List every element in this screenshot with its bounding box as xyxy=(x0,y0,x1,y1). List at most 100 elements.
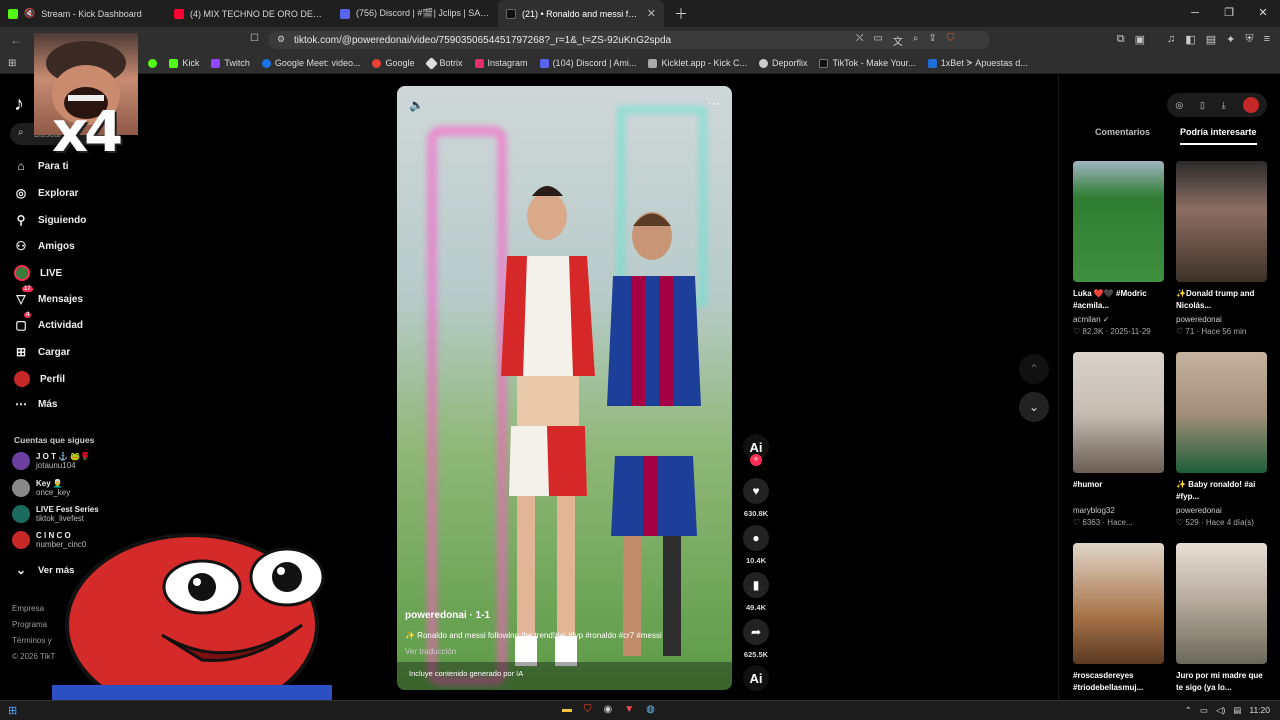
suggested-video-card[interactable]: #humor maryblog32 ♡ 6363 · Hace... xyxy=(1073,352,1164,527)
save-button[interactable]: ▮ 49.4K xyxy=(742,572,770,612)
footer-link[interactable]: Términos y xyxy=(12,633,55,649)
ime-icon[interactable]: ▤ xyxy=(1233,705,1241,716)
bookmark-star-icon[interactable]: ☐ xyxy=(250,33,259,44)
vpn-icon[interactable]: ⛨ xyxy=(1245,33,1253,46)
leo-icon[interactable]: ✦ xyxy=(1226,33,1235,46)
suggested-video-card[interactable]: Luka ❤️🖤 #Modric #acmila... acmilan ✓ ♡ … xyxy=(1073,161,1164,336)
file-explorer-icon[interactable]: ▬ xyxy=(562,704,572,715)
sidebar-toggle-icon[interactable]: ◧ xyxy=(1185,33,1195,46)
more-options-icon[interactable]: ⋯ xyxy=(707,96,720,112)
device-icon[interactable]: ▯ xyxy=(1200,100,1205,111)
bookmark-google[interactable]: Google xyxy=(372,58,415,68)
apps-grid-icon[interactable]: ⊞ xyxy=(8,58,16,69)
like-button[interactable]: ♥ 630.8K xyxy=(742,478,770,518)
wallet2-icon[interactable]: ▤ xyxy=(1206,33,1216,46)
minimize-icon[interactable]: ─ xyxy=(1178,0,1212,27)
suggested-video-card[interactable]: #roscasdereyes #triodebellasmuj... xyxy=(1073,543,1164,694)
followed-account[interactable]: Key 👨‍🦳 once_key xyxy=(12,479,70,497)
zoom-icon[interactable]: ⌕ xyxy=(913,33,919,48)
sidebar-item-cargar[interactable]: ⊞ Cargar xyxy=(14,345,70,359)
translate-page-icon[interactable]: 文 xyxy=(893,33,903,48)
sidebar-item-mensajes[interactable]: ▽ 17 Mensajes xyxy=(14,286,83,306)
author-avatar-button[interactable]: Ai + xyxy=(742,434,770,466)
compass-icon[interactable]: ◎ xyxy=(1175,100,1183,111)
suggested-video-card[interactable]: Juro por mi madre que te sigo (ya lo... xyxy=(1176,543,1267,694)
bookmark-discord[interactable]: (104) Discord | Ami... xyxy=(539,58,636,68)
bookmark-botrix[interactable]: Botrix xyxy=(424,56,463,70)
sidebar-item-mas[interactable]: ⋯ Más xyxy=(14,397,57,411)
tab-kick-dashboard[interactable]: 🔇 Stream - Kick Dashboard xyxy=(0,0,166,27)
suggested-video-card[interactable]: ✨ Baby ronaldo! #ai #fyp... poweredonai … xyxy=(1176,352,1267,527)
video-player[interactable]: 🔈 ⋯ poweredonai · 1-1 ✨ Ronaldo and mess… xyxy=(397,86,732,690)
sound-avatar-button[interactable]: Ai xyxy=(742,665,770,691)
footer-link[interactable]: Empresa xyxy=(12,601,55,617)
valorant-icon[interactable]: ▼ xyxy=(624,704,634,715)
new-tab-button[interactable]: ＋ xyxy=(664,4,698,24)
cast-icon[interactable]: ▭ xyxy=(873,33,882,48)
windows-start-icon[interactable]: ⊞ xyxy=(8,704,17,717)
sidebar-item-perfil[interactable]: Perfil xyxy=(14,371,65,387)
bookmark-google-meet[interactable]: Google Meet: video... xyxy=(261,58,360,68)
bookmark-tiktok[interactable]: TikTok - Make Your... xyxy=(819,58,916,68)
sidebar-item-actividad[interactable]: ▢ 4 Actividad xyxy=(14,312,83,332)
upload-icon: ⊞ xyxy=(15,345,27,359)
back-icon[interactable]: ← xyxy=(10,33,22,47)
bookmark-twitch[interactable]: Twitch xyxy=(211,58,250,68)
site-settings-icon[interactable]: ⚙ xyxy=(277,34,285,45)
right-panel: ◎ ▯ ⤓ Comentarios Podría interesarte Luk… xyxy=(1058,75,1280,700)
sidebar-item-siguiendo[interactable]: ⚲ Siguiendo xyxy=(14,213,87,227)
bookmark-instagram[interactable]: Instagram xyxy=(474,58,528,68)
wallet-icon[interactable]: ▣ xyxy=(1135,33,1145,46)
sidebar-item-amigos[interactable]: ⚇ Amigos xyxy=(14,239,75,253)
tab-discord[interactable]: (756) Discord | #🎬| Jclips | SAPOLIC xyxy=(332,0,498,27)
bookmark-1xbet[interactable]: 1xBet ᗒ Apuestas d... xyxy=(927,58,1028,69)
tab-comentarios[interactable]: Comentarios xyxy=(1095,127,1150,137)
menu-icon[interactable]: ≡ xyxy=(1264,33,1270,46)
footer-link[interactable]: Programa xyxy=(12,617,55,633)
music-icon[interactable]: ♫ xyxy=(1167,33,1175,46)
1xbet-icon xyxy=(927,58,937,68)
compass-icon: ◎ xyxy=(15,186,27,200)
bookmark-deporflix[interactable]: Deporflix xyxy=(758,58,807,68)
sidebar-item-live[interactable]: LIVE xyxy=(14,265,62,281)
close-window-icon[interactable]: ✕ xyxy=(1246,0,1280,27)
chevron-down-icon: ⌄ xyxy=(1028,400,1040,414)
translate-icon[interactable]: ⛌ xyxy=(856,33,863,48)
heart-icon: ♥ xyxy=(743,478,769,504)
restore-icon[interactable]: ❐ xyxy=(1212,0,1246,27)
brave-shield-icon[interactable]: ⛉ xyxy=(947,33,955,48)
user-avatar-icon[interactable] xyxy=(1242,97,1259,113)
tab-tiktok-active[interactable]: (21) • Ronaldo and messi follow ✕ xyxy=(498,0,664,27)
clock[interactable]: 11:20 xyxy=(1249,705,1270,716)
tab-youtube[interactable]: (4) MIX TECHNO DE ORO DE 80's & ' xyxy=(166,0,332,27)
previous-video-button[interactable]: ⌃ xyxy=(1019,354,1049,384)
followed-account[interactable]: LIVE Fest Series tiktok_livefest xyxy=(12,505,99,523)
comment-button[interactable]: ● 10.4K xyxy=(742,525,770,565)
translate-link[interactable]: Ver traducción xyxy=(405,647,456,656)
video-author[interactable]: poweredonai · 1-1 xyxy=(405,610,490,621)
close-tab-icon[interactable]: ✕ xyxy=(647,7,656,20)
share-page-icon[interactable]: ⇪ xyxy=(929,33,937,48)
next-video-button[interactable]: ⌄ xyxy=(1019,392,1049,422)
bookmark-kick[interactable]: Kick xyxy=(169,58,199,68)
download-icon[interactable]: ⤓ xyxy=(1222,100,1226,111)
brave-browser-icon[interactable]: ⛉ xyxy=(584,704,592,715)
share-button[interactable]: ➦ 625.5K xyxy=(742,619,770,659)
volume-icon[interactable]: ◁) xyxy=(1216,705,1225,716)
tab-podria-interesarte[interactable]: Podría interesarte xyxy=(1180,127,1257,145)
sidebar-item-explorar[interactable]: ◎ Explorar xyxy=(14,186,79,200)
search-icon: ⌕ xyxy=(18,127,24,138)
chevron-up-icon[interactable]: ⌃ xyxy=(1185,705,1192,716)
extensions-icon[interactable]: ⧉ xyxy=(1117,33,1125,46)
suggested-video-card[interactable]: ✨Donald trump and Nicolás... poweredonai… xyxy=(1176,161,1267,336)
network-icon[interactable]: ▭ xyxy=(1200,705,1208,716)
tiktok-logo-icon[interactable]: ♪ xyxy=(14,93,24,116)
obs-icon[interactable]: ◉ xyxy=(604,704,613,715)
followed-account[interactable]: J O T ⚓ 🐸🌹 jotaunu104 xyxy=(12,452,90,470)
discord-favicon-icon xyxy=(340,8,350,19)
follow-plus-icon[interactable]: + xyxy=(750,454,762,466)
bookmark-kicklet[interactable]: Kicklet.app - Kick C... xyxy=(648,58,747,68)
volume-icon[interactable]: 🔈 xyxy=(409,98,424,112)
bookmark-badge[interactable] xyxy=(148,58,158,68)
steam-icon[interactable]: ◍ xyxy=(646,704,655,715)
